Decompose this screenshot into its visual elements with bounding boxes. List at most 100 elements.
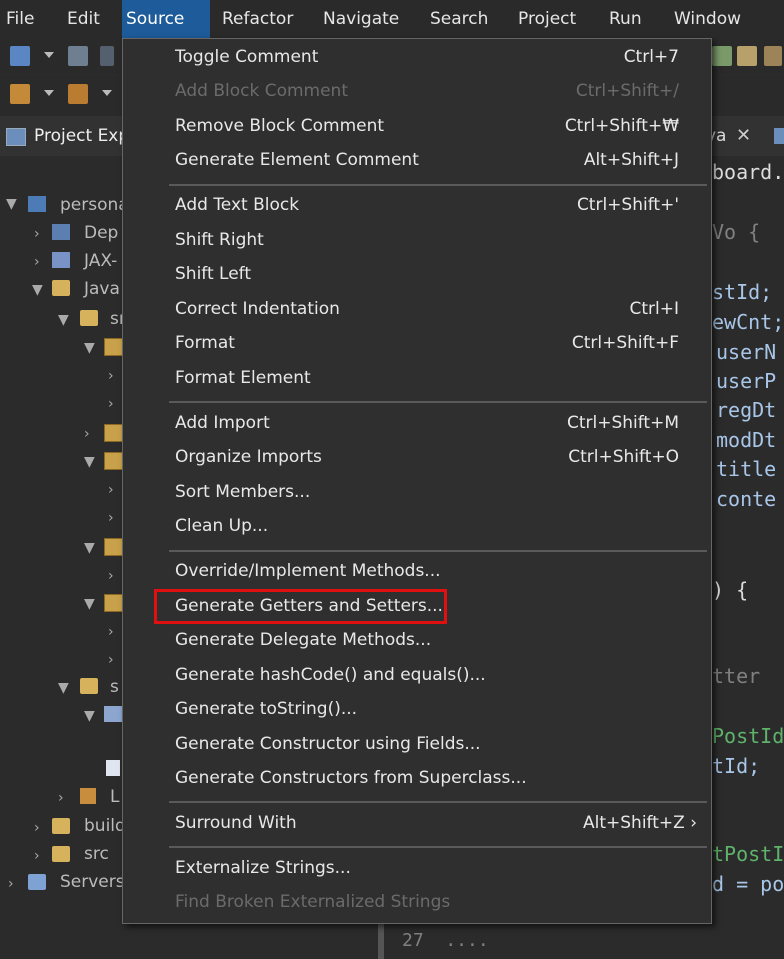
tree-item-project[interactable]: persona (60, 192, 129, 218)
chevron-down-icon[interactable]: ▼ (58, 680, 69, 696)
menu-item-shortcut: Ctrl+Shift+/ (575, 81, 679, 101)
new-icon[interactable] (10, 46, 30, 66)
menu-item-shift-right[interactable]: Shift Right (123, 224, 711, 258)
menu-item-correct-indentation[interactable]: Correct Indentation Ctrl+I (123, 293, 711, 327)
menu-item-label: Override/Implement Methods... (175, 561, 441, 581)
menu-file[interactable]: File (2, 0, 38, 38)
chevron-right-icon[interactable]: › (108, 652, 114, 668)
import-icon[interactable] (10, 84, 30, 104)
menu-item-label: Add Import (175, 413, 270, 433)
menu-item-generate-tostring[interactable]: Generate toString()... (123, 693, 711, 727)
menu-refactor[interactable]: Refactor (218, 0, 297, 38)
chevron-right-icon[interactable]: › (108, 510, 114, 526)
package-icon (104, 452, 124, 470)
package-icon (104, 594, 124, 612)
tree-item-build[interactable]: build (84, 813, 126, 839)
save-icon[interactable] (68, 46, 88, 66)
menu-item-generate-constructor-fields[interactable]: Generate Constructor using Fields... (123, 728, 711, 762)
code-line: PostId (712, 724, 784, 748)
menu-item-toggle-comment[interactable]: Toggle Comment Ctrl+7 (123, 41, 711, 75)
export-icon[interactable] (68, 84, 88, 104)
chevron-down-icon[interactable] (44, 90, 54, 96)
menu-item-format[interactable]: Format Ctrl+Shift+F (123, 327, 711, 361)
debug-icon[interactable] (764, 46, 782, 66)
chevron-down-icon[interactable]: ▼ (84, 708, 95, 724)
chevron-right-icon[interactable]: › (34, 820, 40, 836)
library-icon (52, 224, 70, 240)
menu-item-shift-left[interactable]: Shift Left (123, 258, 711, 292)
chevron-right-icon[interactable]: › (34, 226, 40, 242)
chevron-down-icon[interactable]: ▼ (84, 454, 95, 470)
menu-item-shortcut: Ctrl+Shift+' (576, 195, 679, 215)
menu-item-add-import[interactable]: Add Import Ctrl+Shift+M (123, 407, 711, 441)
chevron-down-icon[interactable]: ▼ (6, 196, 17, 212)
menu-item-label: Generate toString()... (175, 699, 358, 719)
chevron-right-icon[interactable]: › (84, 426, 90, 442)
chevron-right-icon[interactable]: › (34, 848, 40, 864)
chevron-down-icon[interactable]: ▼ (84, 340, 95, 356)
menu-bar: File Edit Source Refactor Navigate Searc… (0, 0, 784, 38)
menu-navigate[interactable]: Navigate (319, 0, 403, 38)
chevron-right-icon[interactable]: › (108, 396, 114, 412)
chevron-down-icon[interactable]: ▼ (58, 312, 69, 328)
chevron-down-icon[interactable]: ▼ (32, 282, 43, 298)
menu-item-generate-constructors-superclass[interactable]: Generate Constructors from Superclass... (123, 762, 711, 796)
menu-project[interactable]: Project (514, 0, 580, 38)
menu-item-shortcut: Ctrl+Shift+₩ (564, 116, 679, 136)
folder-icon (28, 874, 46, 890)
tree-item-deployment[interactable]: Dep (84, 220, 118, 246)
code-line: stId; (712, 280, 773, 304)
menu-window[interactable]: Window (670, 0, 745, 38)
menu-item-label: Toggle Comment (175, 47, 319, 67)
menu-item-format-element[interactable]: Format Element (123, 362, 711, 396)
menu-source[interactable]: Source (122, 0, 210, 38)
menu-item-add-block-comment: Add Block Comment Ctrl+Shift+/ (123, 75, 711, 109)
menu-item-label: Correct Indentation (175, 299, 340, 319)
code-line: tId; (712, 754, 761, 778)
tree-item-servers[interactable]: Servers (60, 869, 125, 895)
menu-item-clean-up[interactable]: Clean Up... (123, 510, 711, 544)
menu-item-label: Generate Delegate Methods... (175, 630, 432, 650)
menu-item-override-implement[interactable]: Override/Implement Methods... (123, 555, 711, 589)
chevron-right-icon[interactable]: › (108, 568, 114, 584)
chevron-right-icon[interactable]: › (108, 368, 114, 384)
menu-item-label: Remove Block Comment (175, 116, 385, 136)
save-all-icon[interactable] (100, 46, 114, 66)
menu-item-generate-element-comment[interactable]: Generate Element Comment Alt+Shift+J (123, 144, 711, 178)
editor-tab-bar: va ✕ (700, 116, 784, 156)
tree-item-libraries[interactable]: L (110, 784, 119, 810)
package-icon (104, 706, 122, 722)
chevron-down-icon[interactable] (102, 90, 112, 96)
tree-item-src-2[interactable]: s (110, 674, 119, 700)
close-icon[interactable]: ✕ (736, 125, 751, 146)
chevron-right-icon[interactable]: › (8, 876, 14, 892)
menu-search[interactable]: Search (426, 0, 492, 38)
perspective-icon[interactable] (712, 46, 732, 66)
tree-item-src-folder[interactable]: src (84, 841, 109, 867)
menu-run[interactable]: Run (605, 0, 646, 38)
menu-item-generate-hashcode-equals[interactable]: Generate hashCode() and equals()... (123, 659, 711, 693)
menu-item-externalize-strings[interactable]: Externalize Strings... (123, 852, 711, 886)
chevron-right-icon[interactable]: › (58, 790, 64, 806)
menu-item-generate-delegate-methods[interactable]: Generate Delegate Methods... (123, 624, 711, 658)
package-icon (104, 338, 124, 356)
chevron-right-icon[interactable]: › (108, 482, 114, 498)
menu-item-remove-block-comment[interactable]: Remove Block Comment Ctrl+Shift+₩ (123, 110, 711, 144)
menu-item-sort-members[interactable]: Sort Members... (123, 476, 711, 510)
settings-icon[interactable] (737, 46, 757, 66)
menu-item-add-text-block[interactable]: Add Text Block Ctrl+Shift+' (123, 189, 711, 223)
chevron-right-icon[interactable]: › (108, 624, 114, 640)
menu-item-surround-with[interactable]: Surround With Alt+Shift+Z › (123, 807, 711, 841)
menu-edit[interactable]: Edit (63, 0, 104, 38)
chevron-down-icon[interactable] (44, 52, 54, 58)
chevron-right-icon[interactable]: › (34, 254, 40, 270)
menu-item-organize-imports[interactable]: Organize Imports Ctrl+Shift+O (123, 441, 711, 475)
tree-item-jax[interactable]: JAX- (84, 248, 117, 274)
chevron-down-icon[interactable]: ▼ (84, 596, 95, 612)
menu-separator (169, 550, 707, 552)
code-line: tter (712, 664, 761, 688)
code-line: tPostI (712, 842, 784, 866)
chevron-down-icon[interactable]: ▼ (84, 540, 95, 556)
menu-item-shortcut: Ctrl+Shift+F (571, 333, 679, 353)
tree-item-java-resources[interactable]: Java (84, 276, 120, 302)
